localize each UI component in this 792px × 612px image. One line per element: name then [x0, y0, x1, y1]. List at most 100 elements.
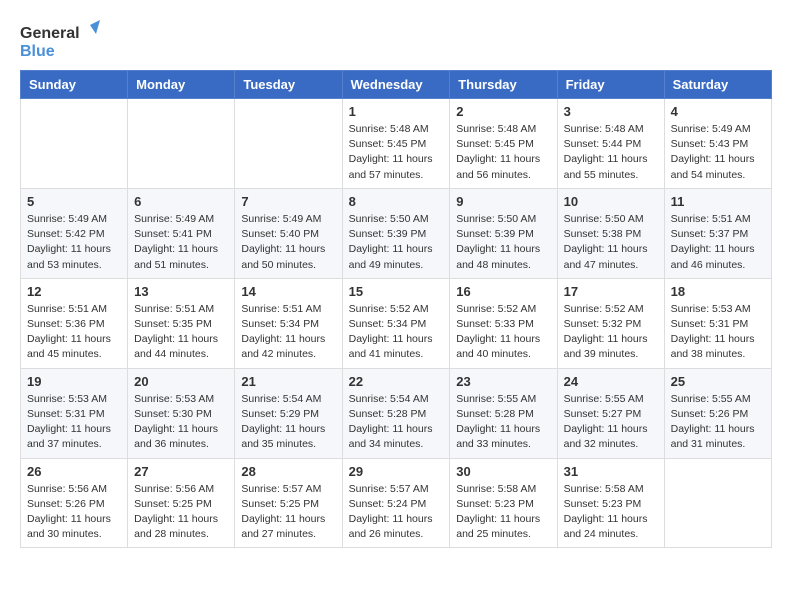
day-number: 4 [671, 104, 765, 119]
day-info: Sunrise: 5:50 AM Sunset: 5:39 PM Dayligh… [349, 212, 444, 273]
day-number: 17 [564, 284, 658, 299]
day-cell-31: 31 Sunrise: 5:58 AM Sunset: 5:23 PM Dayli… [557, 458, 664, 548]
weekday-header-tuesday: Tuesday [235, 71, 342, 99]
day-cell-14: 14 Sunrise: 5:51 AM Sunset: 5:34 PM Dayli… [235, 278, 342, 368]
svg-text:Blue: Blue [20, 43, 55, 60]
week-row-5: 26Sunrise: 5:56 AM Sunset: 5:26 PM Dayli… [21, 458, 772, 548]
day-number: 6 [134, 194, 228, 209]
day-cell-10: 10 Sunrise: 5:50 AM Sunset: 5:38 PM Dayli… [557, 188, 664, 278]
day-cell-13: 13Sunrise: 5:51 AM Sunset: 5:35 PM Dayli… [128, 278, 235, 368]
day-cell-24: 24 Sunrise: 5:55 AM Sunset: 5:27 PM Dayli… [557, 368, 664, 458]
day-number: 22 [349, 374, 444, 389]
day-number: 29 [349, 464, 444, 479]
week-row-4: 19Sunrise: 5:53 AM Sunset: 5:31 PM Dayli… [21, 368, 772, 458]
day-info: Sunrise: 5:48 AM Sunset: 5:44 PM Dayligh… [564, 122, 658, 183]
day-cell-1: 1Sunrise: 5:48 AM Sunset: 5:45 PM Daylig… [342, 99, 450, 189]
empty-cell [128, 99, 235, 189]
day-info: Sunrise: 5:50 AM Sunset: 5:38 PM Dayligh… [564, 212, 658, 273]
day-cell-23: 23 Sunrise: 5:55 AM Sunset: 5:28 PM Dayli… [450, 368, 557, 458]
day-cell-25: 25Sunrise: 5:55 AM Sunset: 5:26 PM Dayli… [664, 368, 771, 458]
day-number: 5 [27, 194, 121, 209]
day-info: Sunrise: 5:52 AM Sunset: 5:34 PM Dayligh… [349, 302, 444, 363]
day-info: Sunrise: 5:49 AM Sunset: 5:43 PM Dayligh… [671, 122, 765, 183]
day-info: Sunrise: 5:54 AM Sunset: 5:28 PM Dayligh… [349, 392, 444, 453]
day-number: 27 [134, 464, 228, 479]
day-number: 12 [27, 284, 121, 299]
day-cell-2: 2 Sunrise: 5:48 AM Sunset: 5:45 PM Daylig… [450, 99, 557, 189]
day-info: Sunrise: 5:54 AM Sunset: 5:29 PM Dayligh… [241, 392, 335, 453]
day-number: 23 [456, 374, 550, 389]
day-info: Sunrise: 5:48 AM Sunset: 5:45 PM Dayligh… [456, 122, 550, 183]
day-info: Sunrise: 5:57 AM Sunset: 5:24 PM Dayligh… [349, 482, 444, 543]
day-number: 10 [564, 194, 658, 209]
day-info: Sunrise: 5:50 AM Sunset: 5:39 PM Dayligh… [456, 212, 550, 273]
day-number: 14 [241, 284, 335, 299]
day-info: Sunrise: 5:49 AM Sunset: 5:42 PM Dayligh… [27, 212, 121, 273]
week-row-3: 12 Sunrise: 5:51 AM Sunset: 5:36 PM Dayli… [21, 278, 772, 368]
day-number: 19 [27, 374, 121, 389]
day-cell-22: 22 Sunrise: 5:54 AM Sunset: 5:28 PM Dayli… [342, 368, 450, 458]
day-cell-29: 29 Sunrise: 5:57 AM Sunset: 5:24 PM Dayli… [342, 458, 450, 548]
day-info: Sunrise: 5:51 AM Sunset: 5:35 PM Dayligh… [134, 302, 228, 363]
day-info: Sunrise: 5:57 AM Sunset: 5:25 PM Dayligh… [241, 482, 335, 543]
day-number: 2 [456, 104, 550, 119]
day-number: 30 [456, 464, 550, 479]
day-number: 20 [134, 374, 228, 389]
day-number: 24 [564, 374, 658, 389]
day-info: Sunrise: 5:52 AM Sunset: 5:32 PM Dayligh… [564, 302, 658, 363]
day-info: Sunrise: 5:52 AM Sunset: 5:33 PM Dayligh… [456, 302, 550, 363]
day-number: 11 [671, 194, 765, 209]
day-cell-20: 20Sunrise: 5:53 AM Sunset: 5:30 PM Dayli… [128, 368, 235, 458]
day-number: 3 [564, 104, 658, 119]
day-cell-11: 11 Sunrise: 5:51 AM Sunset: 5:37 PM Dayli… [664, 188, 771, 278]
day-cell-6: 6Sunrise: 5:49 AM Sunset: 5:41 PM Daylig… [128, 188, 235, 278]
day-info: Sunrise: 5:55 AM Sunset: 5:27 PM Dayligh… [564, 392, 658, 453]
day-cell-16: 16Sunrise: 5:52 AM Sunset: 5:33 PM Dayli… [450, 278, 557, 368]
weekday-header-wednesday: Wednesday [342, 71, 450, 99]
weekday-header-sunday: Sunday [21, 71, 128, 99]
day-info: Sunrise: 5:51 AM Sunset: 5:37 PM Dayligh… [671, 212, 765, 273]
day-cell-26: 26Sunrise: 5:56 AM Sunset: 5:26 PM Dayli… [21, 458, 128, 548]
day-number: 9 [456, 194, 550, 209]
day-cell-5: 5 Sunrise: 5:49 AM Sunset: 5:42 PM Daylig… [21, 188, 128, 278]
day-info: Sunrise: 5:53 AM Sunset: 5:31 PM Dayligh… [671, 302, 765, 363]
day-number: 7 [241, 194, 335, 209]
day-cell-8: 8Sunrise: 5:50 AM Sunset: 5:39 PM Daylig… [342, 188, 450, 278]
day-info: Sunrise: 5:55 AM Sunset: 5:26 PM Dayligh… [671, 392, 765, 453]
weekday-header-row: SundayMondayTuesdayWednesdayThursdayFrid… [21, 71, 772, 99]
day-number: 15 [349, 284, 444, 299]
day-info: Sunrise: 5:55 AM Sunset: 5:28 PM Dayligh… [456, 392, 550, 453]
week-row-2: 5 Sunrise: 5:49 AM Sunset: 5:42 PM Daylig… [21, 188, 772, 278]
logo: GeneralBlue [20, 20, 100, 60]
weekday-header-saturday: Saturday [664, 71, 771, 99]
day-info: Sunrise: 5:51 AM Sunset: 5:34 PM Dayligh… [241, 302, 335, 363]
svg-text:General: General [20, 25, 80, 42]
day-cell-15: 15 Sunrise: 5:52 AM Sunset: 5:34 PM Dayli… [342, 278, 450, 368]
weekday-header-monday: Monday [128, 71, 235, 99]
day-number: 21 [241, 374, 335, 389]
day-cell-17: 17 Sunrise: 5:52 AM Sunset: 5:32 PM Dayli… [557, 278, 664, 368]
day-info: Sunrise: 5:49 AM Sunset: 5:40 PM Dayligh… [241, 212, 335, 273]
day-cell-12: 12 Sunrise: 5:51 AM Sunset: 5:36 PM Dayli… [21, 278, 128, 368]
day-info: Sunrise: 5:51 AM Sunset: 5:36 PM Dayligh… [27, 302, 121, 363]
day-cell-3: 3 Sunrise: 5:48 AM Sunset: 5:44 PM Daylig… [557, 99, 664, 189]
day-cell-9: 9 Sunrise: 5:50 AM Sunset: 5:39 PM Daylig… [450, 188, 557, 278]
day-cell-30: 30 Sunrise: 5:58 AM Sunset: 5:23 PM Dayli… [450, 458, 557, 548]
day-cell-18: 18 Sunrise: 5:53 AM Sunset: 5:31 PM Dayli… [664, 278, 771, 368]
day-info: Sunrise: 5:58 AM Sunset: 5:23 PM Dayligh… [456, 482, 550, 543]
empty-cell [21, 99, 128, 189]
weekday-header-friday: Friday [557, 71, 664, 99]
weekday-header-thursday: Thursday [450, 71, 557, 99]
day-cell-19: 19Sunrise: 5:53 AM Sunset: 5:31 PM Dayli… [21, 368, 128, 458]
day-info: Sunrise: 5:58 AM Sunset: 5:23 PM Dayligh… [564, 482, 658, 543]
day-number: 18 [671, 284, 765, 299]
page-header: GeneralBlue [20, 20, 772, 60]
day-info: Sunrise: 5:56 AM Sunset: 5:25 PM Dayligh… [134, 482, 228, 543]
day-cell-28: 28 Sunrise: 5:57 AM Sunset: 5:25 PM Dayli… [235, 458, 342, 548]
day-number: 31 [564, 464, 658, 479]
logo-svg: GeneralBlue [20, 20, 100, 60]
day-cell-21: 21 Sunrise: 5:54 AM Sunset: 5:29 PM Dayli… [235, 368, 342, 458]
day-cell-27: 27 Sunrise: 5:56 AM Sunset: 5:25 PM Dayli… [128, 458, 235, 548]
calendar-table: SundayMondayTuesdayWednesdayThursdayFrid… [20, 70, 772, 548]
day-number: 28 [241, 464, 335, 479]
